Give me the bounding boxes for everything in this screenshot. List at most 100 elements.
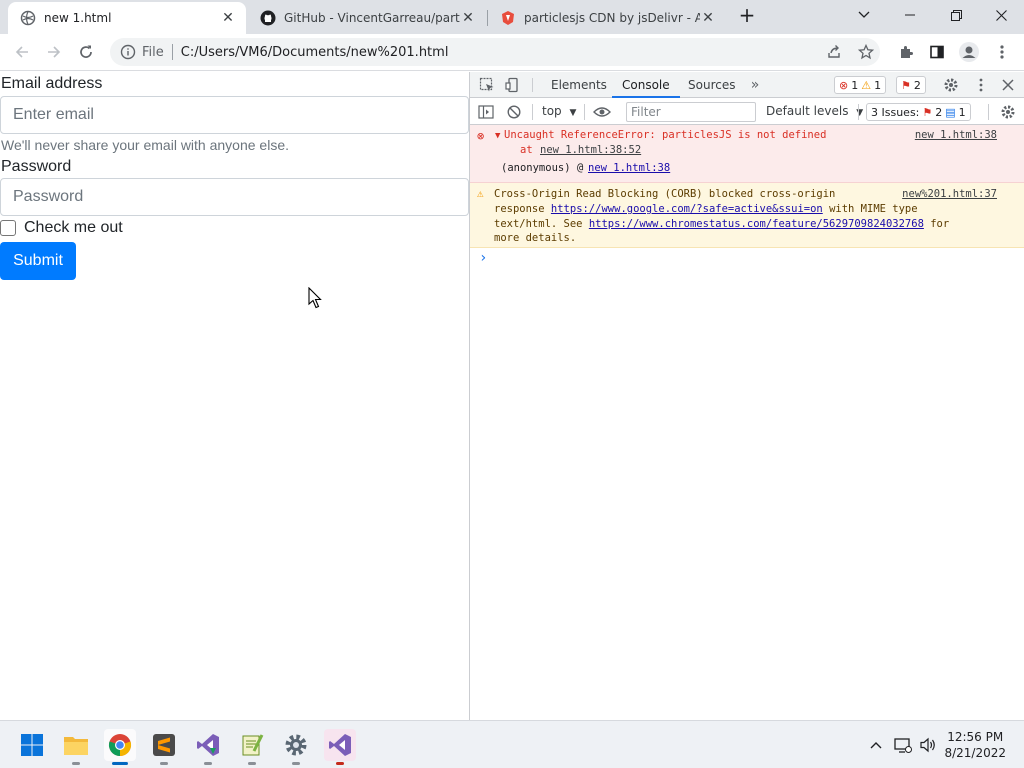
- issue-info-icon: ▤: [945, 105, 956, 119]
- issues-count: 2: [913, 78, 921, 92]
- filter-input[interactable]: [626, 102, 756, 122]
- tab-new-1-html[interactable]: new 1.html ✕: [8, 2, 246, 34]
- caret-down-icon: ▼: [569, 108, 577, 118]
- check-me-out-checkbox[interactable]: [0, 220, 16, 236]
- context-value: top: [542, 104, 562, 118]
- google-url-link[interactable]: https://www.google.com/?safe=active&ssui…: [551, 203, 823, 215]
- reload-icon[interactable]: [72, 38, 100, 66]
- share-icon[interactable]: [820, 38, 848, 66]
- console-prompt[interactable]: ›: [479, 250, 487, 266]
- close-devtools-icon[interactable]: [999, 76, 1017, 94]
- clock-date: 8/21/2022: [944, 746, 1006, 760]
- devtools-menu-icon[interactable]: [972, 76, 990, 94]
- visual-studio-installer-icon[interactable]: [192, 729, 224, 765]
- warning-icon: ⚠: [477, 187, 484, 200]
- issues-info-count: 1: [958, 105, 966, 119]
- device-toolbar-icon[interactable]: [504, 76, 522, 94]
- check-me-out-label[interactable]: Check me out: [24, 219, 123, 237]
- network-icon[interactable]: [893, 735, 913, 755]
- mouse-cursor-icon: [308, 287, 322, 309]
- new-tab-icon[interactable]: +: [725, 0, 769, 30]
- restore-icon[interactable]: [933, 0, 979, 30]
- issues-label: 3 Issues:: [871, 105, 920, 119]
- file-explorer-icon[interactable]: [60, 729, 92, 765]
- side-panel-icon[interactable]: [923, 38, 951, 66]
- chrome-icon[interactable]: [104, 729, 136, 765]
- toolbar-divider: [584, 104, 585, 120]
- warning-line-4: more details.: [494, 232, 577, 244]
- console-toolbar: top ▼ Default levels ▼ 3 Issues: ⚑ 2 ▤ 1: [470, 99, 1024, 125]
- more-tabs-chevron-icon[interactable]: »: [748, 76, 762, 94]
- error-source-link[interactable]: new 1.html:38: [915, 128, 997, 143]
- default-levels-select[interactable]: Default levels ▼: [766, 104, 863, 118]
- info-icon[interactable]: [120, 44, 136, 60]
- tab-close-icon[interactable]: ✕: [460, 10, 476, 26]
- scheme-label: File: [142, 44, 164, 60]
- tab-search-chevron-icon[interactable]: [841, 0, 887, 30]
- close-window-icon[interactable]: [978, 0, 1024, 30]
- issues-counter[interactable]: ⚑ 2: [896, 76, 926, 94]
- tab-close-icon[interactable]: ✕: [700, 10, 716, 26]
- error-count: 1: [851, 78, 859, 92]
- tab-jsdelivr[interactable]: particlesjs CDN by jsDelivr - A CD ✕: [488, 2, 726, 34]
- url-text[interactable]: C:/Users/VM6/Documents/new%201.html: [181, 45, 449, 60]
- tab-elements[interactable]: Elements: [551, 72, 607, 98]
- error-icon: ⊗: [839, 78, 849, 92]
- show-hidden-icons-chevron-icon[interactable]: [866, 735, 886, 755]
- toolbar-divider: [532, 104, 533, 120]
- forward-arrow-icon[interactable]: [40, 38, 68, 66]
- levels-value: Default levels: [766, 104, 849, 118]
- warning-source-link[interactable]: new%201.html:37: [902, 187, 997, 202]
- sublime-text-icon[interactable]: [148, 729, 180, 765]
- visual-studio-icon[interactable]: [324, 729, 356, 765]
- error-warning-counter[interactable]: ⊗ 1 ⚠ 1: [834, 76, 887, 94]
- sidebar-toggle-icon[interactable]: [477, 103, 495, 121]
- back-arrow-icon[interactable]: [8, 38, 36, 66]
- browser-title-bar: new 1.html ✕ GitHub - VincentGarreau/par…: [0, 0, 1024, 34]
- toolbar-divider: [858, 104, 859, 120]
- context-select[interactable]: top ▼: [542, 104, 576, 118]
- warning-text: with MIME type: [829, 203, 918, 215]
- tab-sources[interactable]: Sources: [688, 72, 735, 98]
- extensions-puzzle-icon[interactable]: [892, 38, 920, 66]
- devtools-tab-bar: Elements Console Sources » ⊗ 1 ⚠ 1 ⚑ 2: [470, 72, 1024, 98]
- browser-menu-icon[interactable]: [988, 38, 1016, 66]
- warning-line-2: response https://www.google.com/?safe=ac…: [494, 202, 918, 217]
- system-clock[interactable]: 12:56 PM 8/21/2022: [944, 729, 1006, 761]
- volume-icon[interactable]: [918, 735, 938, 755]
- address-bar[interactable]: File C:/Users/VM6/Documents/new%201.html: [110, 38, 880, 66]
- start-icon[interactable]: [16, 729, 48, 761]
- console-error-message: ⊗ ▼ Uncaught ReferenceError: particlesJS…: [470, 125, 1024, 183]
- toolbar-divider: [532, 78, 533, 92]
- settings-icon[interactable]: [280, 729, 312, 765]
- console-warning-message: ⚠ Cross-Origin Read Blocking (CORB) bloc…: [470, 183, 1024, 248]
- globe-icon: [20, 10, 36, 26]
- chromestatus-url-link[interactable]: https://www.chromestatus.com/feature/562…: [589, 218, 924, 230]
- console-settings-gear-icon[interactable]: [999, 103, 1017, 121]
- live-expression-eye-icon[interactable]: [592, 103, 612, 121]
- notepad-plus-plus-icon[interactable]: [236, 729, 268, 765]
- devtools-settings-gear-icon[interactable]: [942, 76, 960, 94]
- stack-link[interactable]: new 1.html:38: [588, 161, 670, 176]
- clock-time: 12:56 PM: [947, 730, 1004, 744]
- warning-line-1: Cross-Origin Read Blocking (CORB) blocke…: [494, 188, 836, 200]
- tab-console[interactable]: Console: [612, 72, 680, 98]
- minimize-icon[interactable]: [887, 0, 933, 30]
- warning-count: 1: [874, 78, 882, 92]
- submit-button[interactable]: Submit: [0, 242, 76, 280]
- bookmark-star-icon[interactable]: [852, 38, 880, 66]
- warning-text: response: [494, 203, 545, 215]
- inspect-element-icon[interactable]: [478, 76, 496, 94]
- password-field[interactable]: [0, 178, 469, 216]
- email-field[interactable]: [0, 96, 469, 134]
- error-at-link[interactable]: new 1.html:38:52: [540, 143, 641, 158]
- password-label: Password: [1, 158, 72, 175]
- warning-line-3: text/html. See https://www.chromestatus.…: [494, 217, 949, 232]
- expand-triangle-icon[interactable]: ▼: [495, 129, 500, 144]
- windows-taskbar: 12:56 PM 8/21/2022: [0, 720, 1024, 768]
- clear-console-icon[interactable]: [505, 103, 523, 121]
- tab-github[interactable]: GitHub - VincentGarreau/particle ✕: [248, 2, 486, 34]
- tab-close-icon[interactable]: ✕: [220, 10, 236, 26]
- profile-avatar-icon[interactable]: [955, 38, 983, 66]
- issues-link[interactable]: 3 Issues: ⚑ 2 ▤ 1: [866, 103, 971, 121]
